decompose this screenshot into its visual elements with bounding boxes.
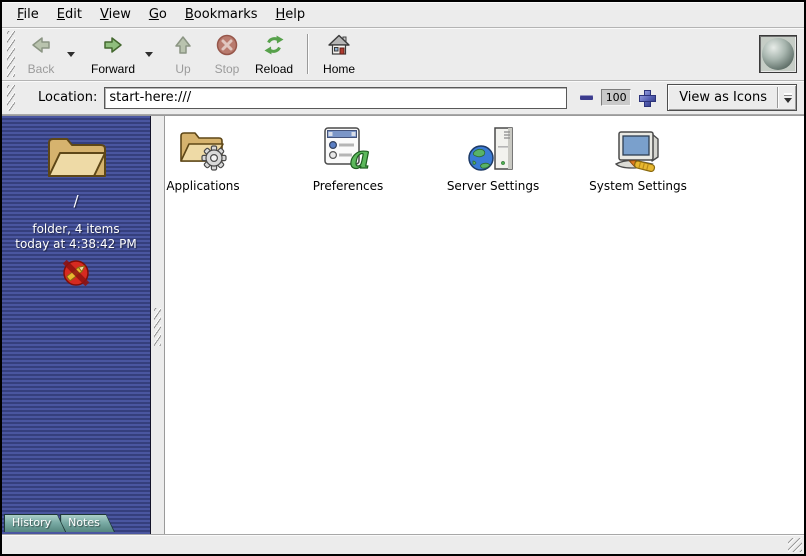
view-as-label: View as Icons <box>679 90 777 105</box>
icon-label: Applications <box>166 179 239 193</box>
nautilus-window: File Edit View Go Bookmarks Help Back Fo… <box>0 0 806 556</box>
chevron-down-icon <box>784 98 792 103</box>
menu-go[interactable]: Go <box>140 3 176 26</box>
option-menu-ridge <box>784 93 792 96</box>
icon-view: Applications a Prefer <box>164 116 804 534</box>
tab-history-label: History <box>5 515 65 532</box>
menubar: File Edit View Go Bookmarks Help <box>2 2 804 28</box>
icon-label: Server Settings <box>447 179 539 193</box>
back-label: Back <box>28 63 55 75</box>
forward-button[interactable]: Forward <box>85 31 141 78</box>
sidebar-folder-info: folder, 4 items today at 4:38:42 PM <box>15 222 136 252</box>
home-icon <box>327 33 351 60</box>
toolbar-separator <box>307 34 309 74</box>
computer-with-tool-icon <box>612 126 664 176</box>
throbber <box>759 35 797 73</box>
forward-icon <box>101 33 125 60</box>
forward-label: Forward <box>91 63 135 75</box>
tab-history[interactable]: History <box>4 514 66 532</box>
reload-label: Reload <box>255 63 293 75</box>
throbber-sphere-icon <box>762 38 794 70</box>
icon-applications[interactable]: Applications <box>167 126 239 193</box>
splitter-grip-handle[interactable] <box>154 308 161 346</box>
toolbar: Back Forward Up <box>2 28 804 81</box>
window-resize-grip[interactable] <box>788 538 802 552</box>
sidebar-panel: / folder, 4 items today at 4:38:42 PM Hi… <box>2 116 151 534</box>
sidebar-folder-title: / <box>73 192 78 210</box>
location-label: Location: <box>38 90 97 105</box>
menu-help[interactable]: Help <box>267 3 315 26</box>
icon-server-settings[interactable]: Server Settings <box>457 126 529 193</box>
folder-with-gear-icon <box>178 126 228 176</box>
zoom-level-indicator[interactable]: 100 <box>601 89 631 106</box>
icon-label: Preferences <box>313 179 384 193</box>
reload-icon <box>262 33 286 60</box>
menu-file[interactable]: File <box>8 3 48 26</box>
status-bar <box>2 534 804 554</box>
minus-icon <box>580 95 593 100</box>
capplet-green-a-icon: a <box>323 126 373 176</box>
tab-notes[interactable]: Notes <box>60 514 115 532</box>
menu-edit[interactable]: Edit <box>48 3 91 26</box>
up-button[interactable]: Up <box>161 31 205 78</box>
chevron-down-icon <box>67 52 75 57</box>
sidebar-tabs: History Notes <box>4 514 115 532</box>
locationbar-drag-handle[interactable] <box>7 85 15 111</box>
up-icon <box>171 33 195 60</box>
no-write-emblem-icon <box>62 259 90 291</box>
up-label: Up <box>175 63 190 75</box>
folder-icon <box>43 130 109 188</box>
tab-notes-label: Notes <box>61 515 114 532</box>
back-icon <box>29 33 53 60</box>
sidebar-item-count: folder, 4 items <box>15 222 136 237</box>
toolbar-drag-handle[interactable] <box>7 31 15 77</box>
home-button[interactable]: Home <box>317 31 361 78</box>
icon-preferences[interactable]: a Preferences <box>312 126 384 193</box>
zoom-in-button[interactable] <box>638 88 654 108</box>
tower-with-globe-icon <box>468 126 518 176</box>
back-button[interactable]: Back <box>19 31 63 78</box>
menu-view[interactable]: View <box>91 3 140 26</box>
icon-system-settings[interactable]: System Settings <box>602 126 674 193</box>
content-area: / folder, 4 items today at 4:38:42 PM Hi… <box>2 115 804 534</box>
menu-bookmarks[interactable]: Bookmarks <box>176 3 267 26</box>
stop-icon <box>215 33 239 60</box>
location-input[interactable] <box>104 87 567 109</box>
plus-icon <box>639 90 654 105</box>
stop-label: Stop <box>215 63 240 75</box>
location-bar: Location: 100 View as Icons <box>2 81 804 115</box>
dropdown-indicator <box>779 93 796 103</box>
chevron-down-icon <box>145 52 153 57</box>
svg-text:a: a <box>350 138 371 172</box>
home-label: Home <box>323 63 355 75</box>
icon-label: System Settings <box>589 179 687 193</box>
stop-button[interactable]: Stop <box>205 31 249 78</box>
pane-splitter[interactable] <box>151 116 164 534</box>
reload-button[interactable]: Reload <box>249 31 299 78</box>
back-history-dropdown[interactable] <box>63 31 79 78</box>
sidebar-modified-time: today at 4:38:42 PM <box>15 237 136 252</box>
forward-history-dropdown[interactable] <box>141 31 157 78</box>
zoom-out-button[interactable] <box>578 88 594 108</box>
view-as-dropdown[interactable]: View as Icons <box>667 84 797 111</box>
